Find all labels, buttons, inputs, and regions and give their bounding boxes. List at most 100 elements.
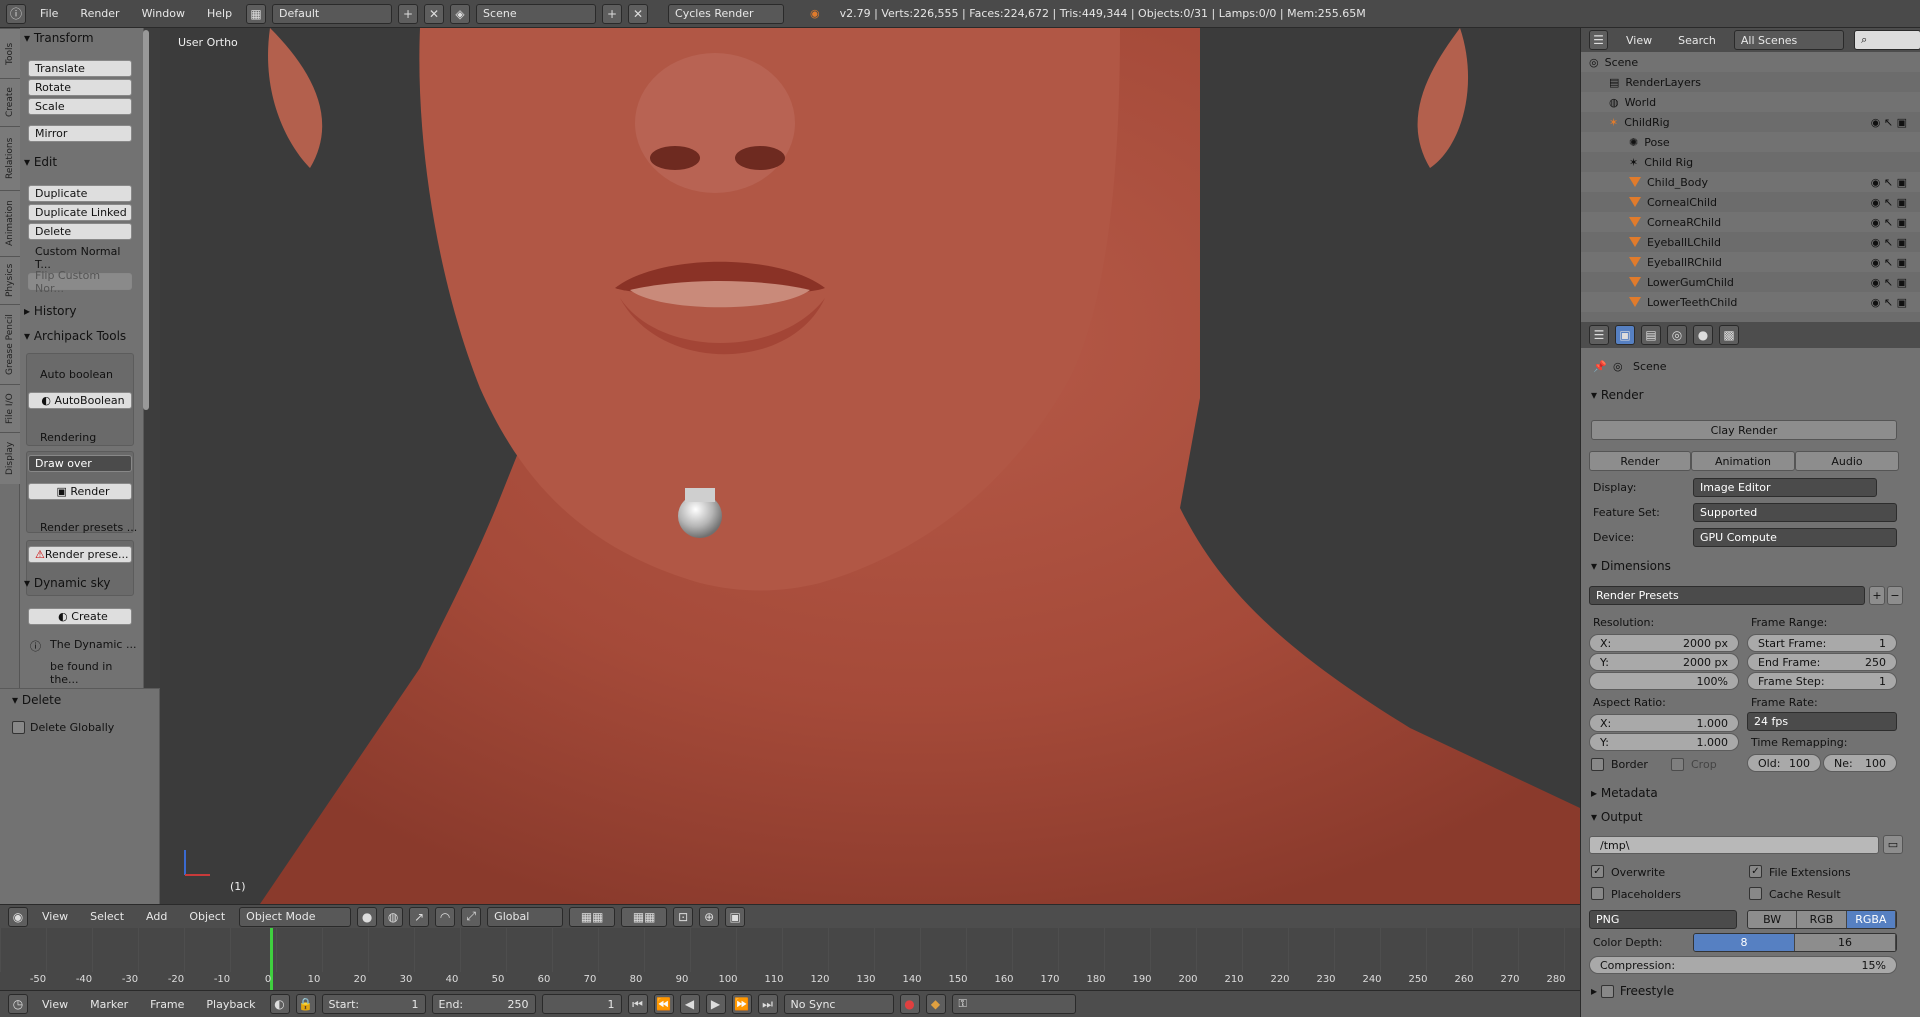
start-frame-field[interactable]: Start: 1 <box>321 994 426 1014</box>
screen-layout-dropdown[interactable]: Default <box>272 3 393 24</box>
eyeballr-visibility-icons[interactable]: ◉ ↖ ▣ <box>1871 256 1907 269</box>
add-layout-icon[interactable]: + <box>398 3 419 24</box>
remove-layout-icon[interactable]: ✕ <box>424 3 445 24</box>
tab-physics[interactable]: Physics <box>0 256 20 304</box>
draw-over-dropdown[interactable]: Draw over <box>28 455 132 472</box>
frame-rate-dropdown[interactable]: 24 fps <box>1747 712 1897 731</box>
color-depth-8[interactable]: 8 <box>1694 934 1795 951</box>
outliner-row-lowergum[interactable]: LowerGumChild ◉ ↖ ▣ <box>1581 272 1920 292</box>
delete-button[interactable]: Delete <box>28 223 132 240</box>
dimensions-panel-header[interactable]: ▾ Dimensions <box>1581 555 1920 577</box>
outliner-row-corneal[interactable]: CornealChild ◉ ↖ ▣ <box>1581 192 1920 212</box>
tl-menu-marker[interactable]: Marker <box>82 998 136 1011</box>
scene-icon[interactable]: ◈ <box>450 3 471 24</box>
render-presets-dropdown[interactable]: Render Presets <box>1589 586 1865 605</box>
remove-preset-icon[interactable]: − <box>1887 586 1903 605</box>
lowerteeth-visibility-icons[interactable]: ◉ ↖ ▣ <box>1871 296 1907 309</box>
eyeballl-visibility-icons[interactable]: ◉ ↖ ▣ <box>1871 236 1907 249</box>
preview-range-icon[interactable]: ◐ <box>269 994 290 1014</box>
properties-editor-icon[interactable]: ☰ <box>1589 325 1609 345</box>
rotate-button[interactable]: Rotate <box>28 79 132 96</box>
duplicate-button[interactable]: Duplicate <box>28 185 132 202</box>
archipack-panel-header[interactable]: ▾ Archipack Tools <box>24 329 126 343</box>
compression-slider[interactable]: Compression: 15% <box>1589 956 1897 974</box>
manipulator-icon[interactable]: ↗ <box>409 906 430 927</box>
menu-file[interactable]: File <box>32 7 66 20</box>
render-animation-button[interactable]: Animation <box>1691 451 1795 471</box>
outliner-row-world[interactable]: ◍ World <box>1581 92 1920 112</box>
clay-render-button[interactable]: Clay Render <box>1591 420 1897 440</box>
outliner-row-child-body[interactable]: Child_Body ◉ ↖ ▣ <box>1581 172 1920 192</box>
orientation-dropdown[interactable]: Global <box>487 906 564 927</box>
camera-icon[interactable]: ▣ <box>725 906 746 927</box>
output-path-input[interactable]: /tmp\ <box>1589 836 1879 854</box>
scene-tab-icon[interactable]: ◎ <box>1667 325 1687 345</box>
3d-viewport[interactable]: User Ortho (1) <box>160 28 1580 904</box>
tl-menu-playback[interactable]: Playback <box>198 998 263 1011</box>
scene-dropdown[interactable]: Scene <box>476 3 597 24</box>
placeholders-checkbox[interactable] <box>1591 887 1604 900</box>
tl-menu-frame[interactable]: Frame <box>142 998 192 1011</box>
tab-tools[interactable]: Tools <box>0 28 20 78</box>
outliner-row-cornear[interactable]: CorneaRChild ◉ ↖ ▣ <box>1581 212 1920 232</box>
outliner-search-input[interactable]: ⌕ <box>1854 30 1920 50</box>
prev-key-icon[interactable]: ⏪ <box>653 994 674 1014</box>
metadata-panel-header[interactable]: ▸ Metadata <box>1581 782 1920 804</box>
scale-button[interactable]: Scale <box>28 98 132 115</box>
remove-scene-icon[interactable]: ✕ <box>628 3 649 24</box>
outliner-editor-icon[interactable]: ☰ <box>1589 30 1608 50</box>
jump-end-icon[interactable]: ⏭ <box>757 994 778 1014</box>
device-dropdown[interactable]: GPU Compute <box>1693 528 1897 547</box>
rotate-manipulator-icon[interactable]: ◠ <box>435 906 456 927</box>
record-icon[interactable]: ● <box>899 994 920 1014</box>
render-audio-button[interactable]: Audio <box>1795 451 1899 471</box>
texture-tab-icon[interactable]: ▩ <box>1719 325 1739 345</box>
snap-icon[interactable]: ⊕ <box>699 906 720 927</box>
layout-grid-icon[interactable]: ▦ <box>246 3 267 24</box>
vp-menu-object[interactable]: Object <box>181 910 233 923</box>
history-panel-header[interactable]: ▸ History <box>24 304 77 318</box>
end-frame-field[interactable]: End: 250 <box>431 994 536 1014</box>
outliner-row-child-rig[interactable]: ✶ Child Rig <box>1581 152 1920 172</box>
end-frame-prop[interactable]: End Frame: 250 <box>1747 653 1897 671</box>
outliner-menu-search[interactable]: Search <box>1670 34 1724 47</box>
tab-create[interactable]: Create <box>0 78 20 126</box>
render-engine-dropdown[interactable]: Cycles Render <box>668 3 785 24</box>
delete-globally-checkbox[interactable] <box>12 721 25 734</box>
world-tab-icon[interactable]: ● <box>1693 325 1713 345</box>
tab-relations[interactable]: Relations <box>0 126 20 190</box>
keyframe-icon[interactable]: ◆ <box>925 994 946 1014</box>
add-scene-icon[interactable]: + <box>602 3 623 24</box>
next-key-icon[interactable]: ⏩ <box>731 994 752 1014</box>
cornear-visibility-icons[interactable]: ◉ ↖ ▣ <box>1871 216 1907 229</box>
resolution-y-field[interactable]: Y: 2000 px <box>1589 653 1739 671</box>
play-reverse-icon[interactable]: ◀ <box>679 994 700 1014</box>
color-mode-rgb[interactable]: RGB <box>1797 911 1847 928</box>
cache-result-checkbox[interactable] <box>1749 887 1762 900</box>
feature-set-dropdown[interactable]: Supported <box>1693 503 1897 522</box>
sync-dropdown[interactable]: No Sync <box>783 994 894 1014</box>
outliner-row-renderlayers[interactable]: ▤ RenderLayers <box>1581 72 1920 92</box>
shading-icon[interactable]: ● <box>357 906 378 927</box>
info-editor-icon[interactable]: ⓘ <box>6 3 26 24</box>
menu-help[interactable]: Help <box>199 7 240 20</box>
create-button[interactable]: ◐ Create <box>28 608 132 625</box>
output-panel-header[interactable]: ▾ Output <box>1581 806 1920 828</box>
layers-grid-icon[interactable]: ▦▦ <box>569 906 616 927</box>
color-mode-rgba[interactable]: RGBA <box>1846 911 1896 928</box>
tab-animation[interactable]: Animation <box>0 190 20 256</box>
childrig-visibility-icons[interactable]: ◉ ↖ ▣ <box>1871 116 1907 129</box>
flip-custom-normal-button[interactable]: Flip Custom Nor... <box>28 269 132 295</box>
render-presets-button[interactable]: ⚠ Render prese... <box>28 546 132 563</box>
vp-menu-view[interactable]: View <box>34 910 76 923</box>
crop-checkbox[interactable] <box>1671 758 1684 771</box>
tl-menu-view[interactable]: View <box>34 998 76 1011</box>
edit-panel-header[interactable]: ▾ Edit <box>24 155 57 169</box>
scale-manipulator-icon[interactable]: ⤢ <box>461 906 482 927</box>
tab-grease-pencil[interactable]: Grease Pencil <box>0 304 20 384</box>
frame-step-prop[interactable]: Frame Step: 1 <box>1747 672 1897 690</box>
timeline[interactable]: -50 -40 -30 -20 -10 0 10 20 30 40 50 60 70 80 90 100 110… <box>0 928 1580 990</box>
delete-panel-header[interactable]: ▾ Delete <box>12 693 61 707</box>
color-mode-bw[interactable]: BW <box>1748 911 1798 928</box>
folder-icon[interactable]: ▭ <box>1883 835 1903 854</box>
